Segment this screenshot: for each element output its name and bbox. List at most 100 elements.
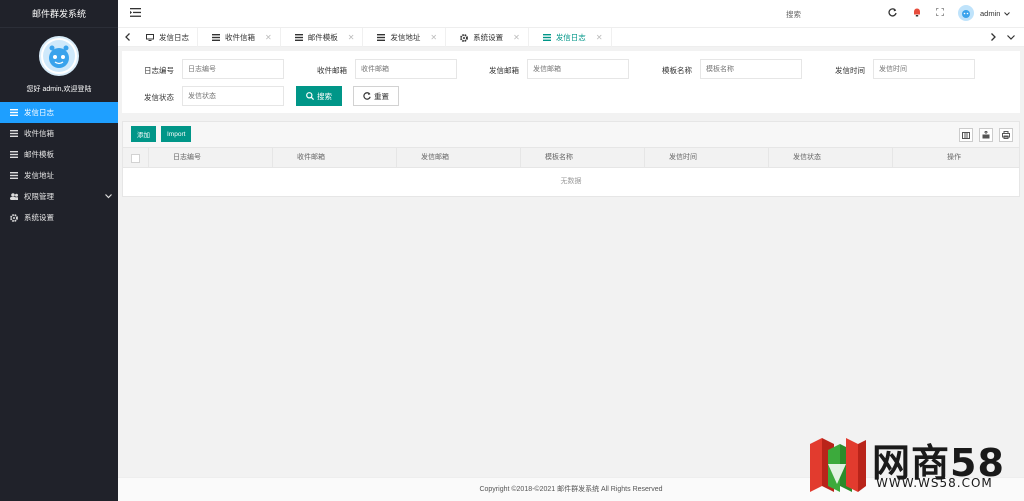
tab-label: 系统设置 (473, 33, 504, 42)
chevron-down-icon (1004, 9, 1011, 18)
send-time-input[interactable] (873, 59, 975, 79)
sidebar-item-send-log[interactable]: 发信日志 (0, 102, 118, 123)
column-header[interactable]: 发信时间 (645, 148, 769, 168)
app-title: 邮件群发系统 (0, 0, 118, 28)
sidebar-item-inbox[interactable]: 收件信箱 (0, 123, 118, 144)
list-icon (212, 34, 220, 41)
column-header[interactable]: 发信状态 (769, 148, 893, 168)
template-label: 模板名称 (662, 66, 692, 75)
empty-state: 无数据 (560, 178, 582, 185)
column-header[interactable]: 收件邮箱 (273, 148, 397, 168)
tab-inbox[interactable]: 收件信箱 ✕ (204, 28, 281, 47)
tab-sender-address[interactable]: 发信地址 ✕ (369, 28, 447, 47)
tab-templates[interactable]: 邮件模板 ✕ (287, 28, 364, 47)
users-icon (10, 193, 18, 201)
send-mail-input[interactable] (527, 59, 629, 79)
tab-label: 发信地址 (390, 33, 421, 42)
sidebar-item-permissions[interactable]: 权限管理 (0, 186, 118, 207)
watermark-url: WWW.WS58.COM (876, 476, 993, 490)
list-icon (10, 109, 18, 117)
main-content: 日志编号 收件邮箱 发信邮箱 模板名称 发信时间 发信状态 搜索 重置 添加 I… (118, 47, 1024, 477)
fullscreen-icon[interactable] (936, 8, 944, 18)
reset-button[interactable]: 重置 (353, 86, 399, 106)
sidebar-item-label: 权限管理 (24, 192, 54, 201)
sidebar-item-label: 收件信箱 (24, 129, 54, 138)
close-icon[interactable]: ✕ (348, 33, 355, 42)
sidebar-menu: 发信日志 收件信箱 邮件模板 发信地址 权限管理 系统设置 (0, 102, 118, 228)
export-icon[interactable] (979, 128, 993, 142)
menu-fold-icon[interactable] (130, 8, 141, 19)
table-header: 日志编号 收件邮箱 发信邮箱 模板名称 发信时间 发信状态 操作 (123, 148, 1019, 168)
status-input[interactable] (182, 86, 284, 106)
username: admin (980, 8, 1001, 18)
tabs: 发信日志 收件信箱 ✕ 邮件模板 ✕ 发信地址 ✕ 系统设置 ✕ 发信日志 ✕ (138, 28, 618, 47)
tab-label: 邮件模板 (307, 33, 338, 42)
theme-icon[interactable] (913, 8, 921, 19)
list-icon (294, 34, 303, 41)
template-input[interactable] (700, 59, 802, 79)
close-icon[interactable]: ✕ (513, 33, 520, 42)
close-icon[interactable]: ✕ (265, 33, 272, 42)
close-icon[interactable]: ✕ (596, 33, 603, 42)
add-button[interactable]: 添加 (131, 126, 156, 142)
tab-scroll-left-icon[interactable] (122, 32, 132, 42)
gear-icon (460, 33, 469, 42)
column-header[interactable]: 日志编号 (149, 148, 273, 168)
log-id-label: 日志编号 (144, 66, 174, 75)
gear-icon (10, 213, 18, 222)
tab-send-log-home[interactable]: 发信日志 (138, 28, 198, 47)
tab-settings[interactable]: 系统设置 ✕ (452, 28, 529, 47)
status-label: 发信状态 (144, 93, 174, 102)
data-table: 添加 Import 日志编号 收件邮箱 发信邮箱 模板名称 发信时间 发信状态 … (122, 121, 1020, 197)
tab-label: 发信日志 (159, 33, 189, 42)
chevron-down-icon (105, 192, 112, 201)
log-id-input[interactable] (182, 59, 284, 79)
avatar-block: 您好 admin,欢迎登陆 (0, 28, 118, 94)
recv-mail-input[interactable] (355, 59, 457, 79)
print-icon[interactable] (999, 128, 1013, 142)
select-all-checkbox[interactable] (123, 148, 149, 168)
user-menu[interactable]: admin (958, 5, 1011, 21)
search-button-label: 搜索 (317, 91, 332, 101)
search-form: 日志编号 收件邮箱 发信邮箱 模板名称 发信时间 发信状态 搜索 重置 (122, 51, 1020, 113)
column-header[interactable]: 操作 (893, 148, 1015, 168)
list-icon (377, 34, 386, 41)
sidebar-item-sender-address[interactable]: 发信地址 (0, 165, 118, 186)
sidebar-item-label: 邮件模板 (24, 150, 54, 159)
tab-bar: 发信日志 收件信箱 ✕ 邮件模板 ✕ 发信地址 ✕ 系统设置 ✕ 发信日志 ✕ (118, 28, 1024, 47)
search-icon (306, 92, 314, 100)
column-header[interactable]: 模板名称 (521, 148, 645, 168)
top-header: 搜索 admin (118, 0, 1024, 28)
refresh-icon (363, 92, 371, 100)
watermark: 网商58 WWW.WS58.COM (806, 432, 1018, 496)
avatar-icon (43, 40, 75, 72)
reset-button-label: 重置 (374, 91, 389, 101)
sidebar-item-templates[interactable]: 邮件模板 (0, 144, 118, 165)
list-icon (10, 130, 18, 138)
tab-send-log[interactable]: 发信日志 ✕ (535, 28, 612, 47)
sidebar: 邮件群发系统 您好 admin,欢迎登陆 发信日志 收件信箱 邮件模板 发信地址… (0, 0, 118, 501)
chevron-down-icon[interactable] (1006, 32, 1016, 42)
send-mail-label: 发信邮箱 (489, 66, 519, 75)
welcome-text: 您好 admin,欢迎登陆 (26, 86, 92, 93)
table-toolbar: 添加 Import (123, 122, 1019, 148)
search-button[interactable]: 搜索 (296, 86, 342, 106)
sidebar-item-settings[interactable]: 系统设置 (0, 207, 118, 228)
refresh-icon[interactable] (888, 8, 897, 19)
tab-scroll-right-icon[interactable] (988, 32, 998, 42)
sidebar-item-label: 发信地址 (24, 171, 54, 180)
watermark-logo-icon (810, 438, 866, 492)
list-icon (542, 34, 551, 41)
import-button[interactable]: Import (161, 126, 192, 142)
monitor-icon (146, 34, 154, 41)
avatar[interactable] (39, 36, 79, 76)
tab-label: 发信日志 (555, 33, 586, 42)
sidebar-item-label: 发信日志 (24, 108, 54, 117)
header-search[interactable]: 搜索 (786, 9, 801, 20)
close-icon[interactable]: ✕ (430, 33, 437, 42)
tab-label: 收件信箱 (225, 33, 255, 42)
column-header[interactable]: 发信邮箱 (397, 148, 521, 168)
recv-mail-label: 收件邮箱 (317, 66, 347, 75)
send-time-label: 发信时间 (835, 66, 865, 75)
columns-icon[interactable] (959, 128, 973, 142)
